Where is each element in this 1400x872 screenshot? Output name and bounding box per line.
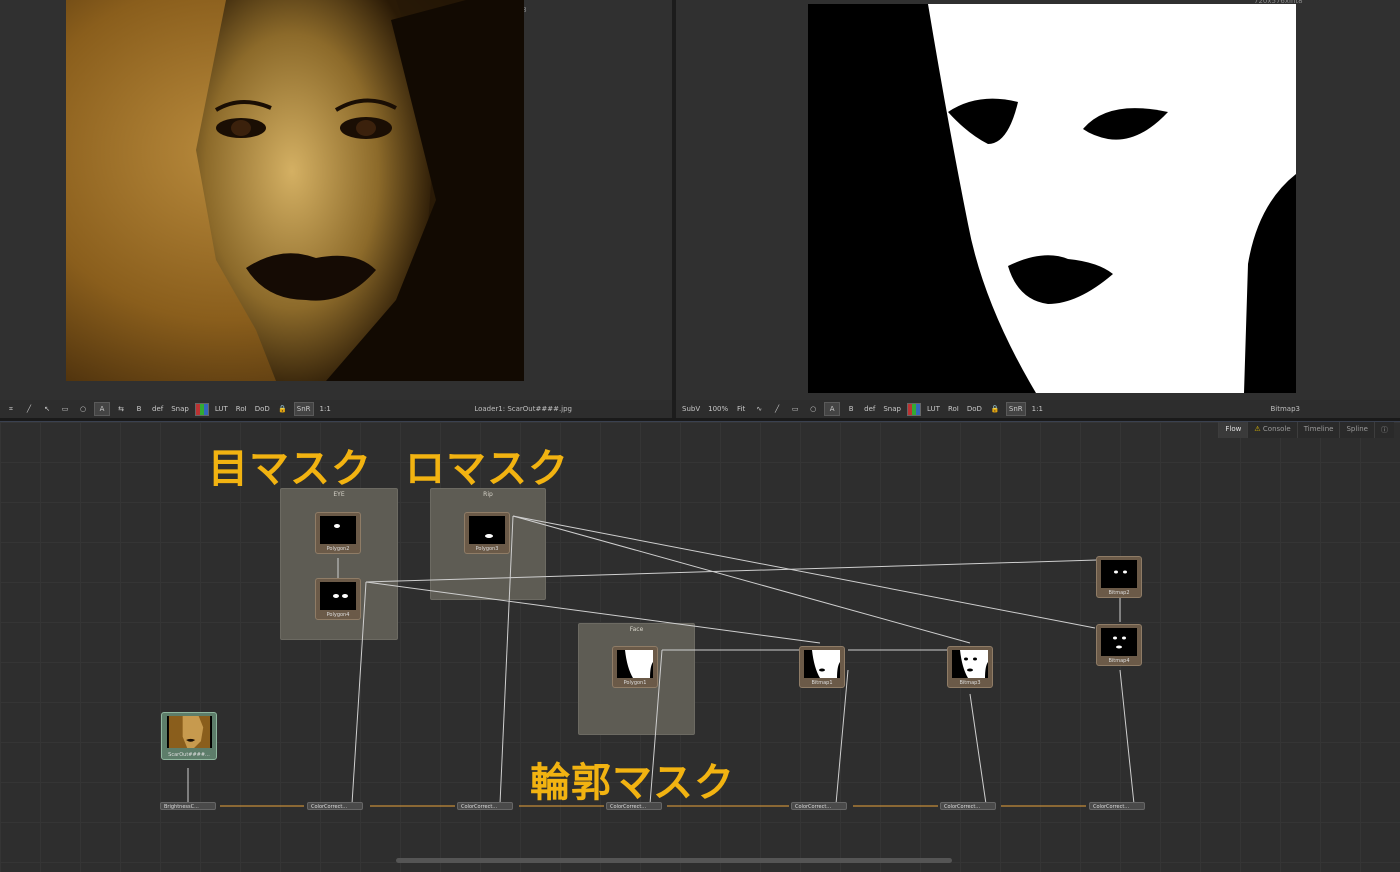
circle-tool-icon[interactable]: ○ <box>76 403 90 415</box>
node-bitmap1[interactable]: Bitmap1 <box>799 646 845 688</box>
lock-icon[interactable]: 🔒 <box>276 403 290 415</box>
pipeline-node-colorcorrect-4[interactable]: ColorCorrect... <box>791 802 847 810</box>
node-polygon2[interactable]: Polygon2 <box>315 512 361 554</box>
pipeline-node-colorcorrect-1[interactable]: ColorCorrect... <box>307 802 363 810</box>
bitmap3-thumbnail <box>952 650 988 678</box>
toolbar-left-roi-button[interactable]: RoI <box>234 403 249 415</box>
toolbar-right-b-button[interactable]: B <box>844 403 858 415</box>
toolbar-left-snap-dropdown[interactable]: Snap <box>169 403 191 415</box>
pipeline-node-colorcorrect-6[interactable]: ColorCorrect... <box>1089 802 1145 810</box>
node-bitmap2[interactable]: Bitmap2 <box>1096 556 1142 598</box>
crop-icon[interactable]: ⌗ <box>4 403 18 415</box>
lock-icon[interactable]: 🔒 <box>988 403 1002 415</box>
annotation-outline-mask: 輪郭マスク <box>530 760 735 806</box>
node-bitmap3[interactable]: Bitmap3 <box>947 646 993 688</box>
viewer-divider[interactable] <box>672 0 676 420</box>
rect-tool-icon[interactable]: ▭ <box>788 403 802 415</box>
polygon4-thumbnail <box>320 582 356 610</box>
toolbar-right-a-button[interactable]: A <box>824 402 841 416</box>
loader-thumbnail <box>167 716 212 748</box>
node-polygon4-label: Polygon4 <box>326 612 350 618</box>
node-bitmap4-label: Bitmap4 <box>1108 658 1130 664</box>
node-polygon3[interactable]: Polygon3 <box>464 512 510 554</box>
viewer-left-toolbar: ⌗ ╱ ↖ ▭ ○ A ⇆ B def Snap LUT RoI DoD 🔒 S… <box>0 400 672 418</box>
toolbar-left-dod-button[interactable]: DoD <box>253 403 272 415</box>
node-polygon2-label: Polygon2 <box>326 546 350 552</box>
node-polygon1-label: Polygon1 <box>623 680 647 686</box>
toolbar-left-a-button[interactable]: A <box>94 402 110 416</box>
toolbar-right-fit-button[interactable]: Fit <box>734 403 748 415</box>
viewer-right-toolbar: SubV 100% Fit ∿ ╱ ▭ ○ A B def Snap LUT R… <box>676 400 1400 418</box>
bitmap2-thumbnail <box>1101 560 1137 588</box>
toolbar-left-ratio-button[interactable]: 1:1 <box>318 403 333 415</box>
toolbar-left-snr-button[interactable]: SnR <box>293 402 314 416</box>
toolbar-right-zoom-dropdown[interactable]: 100% <box>706 403 730 415</box>
line-tool-icon[interactable]: ╱ <box>770 403 784 415</box>
circle-tool-icon[interactable]: ○ <box>806 403 820 415</box>
viewer-left[interactable]: 720x576xint8 <box>0 0 672 400</box>
pipeline-node-colorcorrect-2[interactable]: ColorCorrect... <box>457 802 513 810</box>
curve-tool-icon[interactable]: ∿ <box>752 403 766 415</box>
node-loader-label: ScarOut####... <box>168 752 210 758</box>
node-bitmap3-label: Bitmap3 <box>959 680 981 686</box>
viewer-right-node-name: Bitmap3 <box>1270 405 1301 413</box>
flow-horizontal-scrollbar[interactable] <box>396 858 952 863</box>
pipeline-node-colorcorrect-5[interactable]: ColorCorrect... <box>940 802 996 810</box>
viewer-left-filename: Loader1: ScarOut####.jpg <box>474 405 572 413</box>
viewer-right[interactable]: 720x576xint8 <box>676 0 1400 400</box>
toolbar-right-lut-button[interactable]: LUT <box>925 403 942 415</box>
rect-tool-icon[interactable]: ▭ <box>58 403 72 415</box>
annotation-eye-mask: 目マスク <box>208 446 372 492</box>
polygon3-thumbnail <box>469 516 505 544</box>
polygon2-thumbnail <box>320 516 356 544</box>
toolbar-right-ratio-button[interactable]: 1:1 <box>1030 403 1045 415</box>
channel-swatch-icon[interactable] <box>906 402 921 416</box>
toolbar-right-subv-dropdown[interactable]: SubV <box>680 403 702 415</box>
pick-tool-icon[interactable]: ↖ <box>40 403 54 415</box>
node-polygon1[interactable]: Polygon1 <box>612 646 658 688</box>
face-mask-preview <box>808 4 1296 393</box>
toolbar-right-snap-dropdown[interactable]: Snap <box>881 403 903 415</box>
node-bitmap1-label: Bitmap1 <box>811 680 833 686</box>
polygon1-thumbnail <box>617 650 653 678</box>
toolbar-right-roi-button[interactable]: RoI <box>946 403 961 415</box>
node-bitmap4[interactable]: Bitmap4 <box>1096 624 1142 666</box>
node-polygon4[interactable]: Polygon4 <box>315 578 361 620</box>
bitmap1-thumbnail <box>804 650 840 678</box>
pipeline-node-brightness[interactable]: BrightnessC... <box>160 802 216 810</box>
toolbar-right-dod-button[interactable]: DoD <box>965 403 984 415</box>
toolbar-left-def-dropdown[interactable]: def <box>150 403 165 415</box>
node-loader[interactable]: ScarOut####... <box>161 712 217 760</box>
toolbar-right-snr-button[interactable]: SnR <box>1005 402 1026 416</box>
node-bitmap2-label: Bitmap2 <box>1108 590 1130 596</box>
bitmap4-thumbnail <box>1101 628 1137 656</box>
toolbar-left-lut-button[interactable]: LUT <box>213 403 230 415</box>
toolbar-left-b-button[interactable]: B <box>132 403 146 415</box>
channel-swatch-icon[interactable] <box>194 402 209 416</box>
face-photo <box>66 0 524 381</box>
toolbar-right-def-dropdown[interactable]: def <box>862 403 877 415</box>
node-polygon3-label: Polygon3 <box>475 546 499 552</box>
annotation-mouth-mask: ロマスク <box>405 446 569 492</box>
line-tool-icon[interactable]: ╱ <box>22 403 36 415</box>
toolbar-left-ab-icon[interactable]: ⇆ <box>114 403 128 415</box>
